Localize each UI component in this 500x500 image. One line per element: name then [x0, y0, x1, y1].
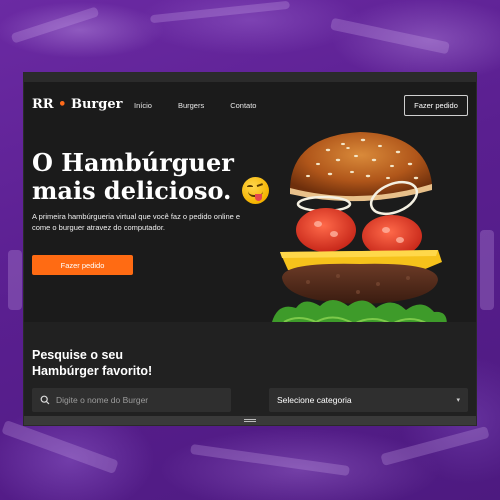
search-icon [40, 395, 50, 405]
category-select[interactable]: Selecione categoria ▾ [269, 388, 468, 412]
hero-title-line1: O Hambúrguer [32, 148, 234, 177]
hero-title: O Hambúrguer mais delicioso. [32, 149, 272, 205]
brand-name: Burger [70, 97, 123, 112]
search-section: Pesquise o seu Hambúrger favorito! Selec… [24, 322, 476, 416]
chevron-down-icon: ▾ [456, 397, 460, 404]
browser-window: RR • Burger Início Burgers Contato Fazer… [24, 73, 476, 425]
search-title: Pesquise o seu Hambúrger favorito! [32, 348, 153, 378]
window-top-bar [24, 73, 476, 82]
nav-item-inicio[interactable]: Início [134, 101, 152, 110]
hero-order-button[interactable]: Fazer pedido [32, 255, 133, 275]
brand-logo[interactable]: RR • Burger [32, 97, 122, 112]
search-box[interactable] [32, 388, 231, 412]
brand-prefix: RR [32, 97, 54, 112]
savoring-face-emoji-icon [241, 177, 269, 204]
nav-item-contato[interactable]: Contato [230, 101, 256, 110]
resize-handle[interactable] [244, 419, 256, 422]
brand-dot: • [53, 97, 71, 112]
hero-title-line2: mais delicioso. [32, 176, 232, 205]
category-selected-label: Selecione categoria [277, 395, 352, 405]
main-nav: Início Burgers Contato [134, 101, 256, 110]
search-input[interactable] [56, 395, 226, 405]
header-order-button[interactable]: Fazer pedido [404, 95, 468, 116]
nav-item-burgers[interactable]: Burgers [178, 101, 204, 110]
hero-subtitle: A primeira hambúrgueria virtual que você… [32, 212, 241, 232]
